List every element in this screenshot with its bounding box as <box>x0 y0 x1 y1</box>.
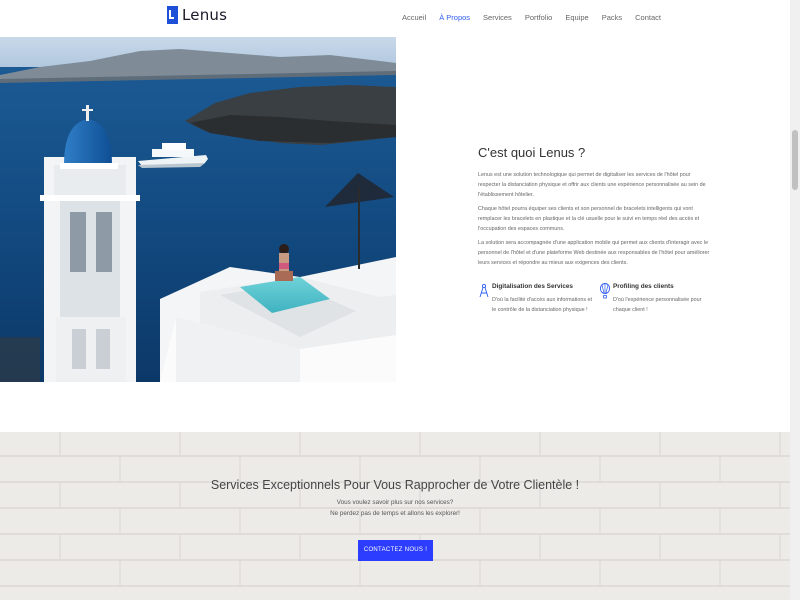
compass-icon <box>479 283 489 298</box>
page-scrollbar[interactable] <box>790 0 800 600</box>
site-header: Lenus Accueil À Propos Services Portfoli… <box>0 0 790 37</box>
hero-image <box>0 37 396 382</box>
about-paragraph-3: La solution sera accompagnée d'une appli… <box>478 240 710 266</box>
nav-item-contact[interactable]: Contact <box>635 13 661 22</box>
nav-item-portfolio[interactable]: Portfolio <box>525 13 553 22</box>
scrollbar-thumb[interactable] <box>792 130 798 190</box>
about-paragraph-1: Lenus est une solution technologique qui… <box>478 172 706 198</box>
contact-us-button[interactable]: CONTACTEZ NOUS ! <box>358 540 433 561</box>
main-nav: Accueil À Propos Services Portfolio Equi… <box>402 13 674 22</box>
cta-line-1: Vous voulez savoir plus sur nos services… <box>336 499 454 506</box>
logo-mark-icon <box>167 6 178 24</box>
cta-section: Services Exceptionnels Pour Vous Rapproc… <box>0 432 790 600</box>
balloon-icon <box>599 283 611 299</box>
cta-line-2: Ne perdez pas de temps et allons les exp… <box>330 510 460 517</box>
nav-item-packs[interactable]: Packs <box>602 13 622 22</box>
cta-text-block: Services Exceptionnels Pour Vous Rapproc… <box>0 478 790 519</box>
cta-title: Services Exceptionnels Pour Vous Rapproc… <box>210 478 580 492</box>
feature-title: Profiling des clients <box>613 283 674 290</box>
nav-item-accueil[interactable]: Accueil <box>402 13 426 22</box>
about-paragraph-2: Chaque hôtel pourra équiper ses clients … <box>478 206 700 232</box>
page: Lenus Accueil À Propos Services Portfoli… <box>0 0 800 600</box>
nav-item-equipe[interactable]: Equipe <box>565 13 588 22</box>
about-section: C'est quoi Lenus ? Lenus est une solutio… <box>478 145 710 272</box>
nav-item-a-propos[interactable]: À Propos <box>439 13 470 22</box>
nav-item-services[interactable]: Services <box>483 13 512 22</box>
logo-text: Lenus <box>182 6 228 24</box>
feature-text: D'où la facilité d'accès aux information… <box>492 297 593 313</box>
feature-text: D'où l'expérience personnalisée pour cha… <box>613 297 702 313</box>
site-logo[interactable]: Lenus <box>167 6 227 24</box>
about-title: C'est quoi Lenus ? <box>478 145 586 160</box>
feature-title: Digitalisation des Services <box>492 283 573 290</box>
santorini-illustration <box>0 37 396 382</box>
